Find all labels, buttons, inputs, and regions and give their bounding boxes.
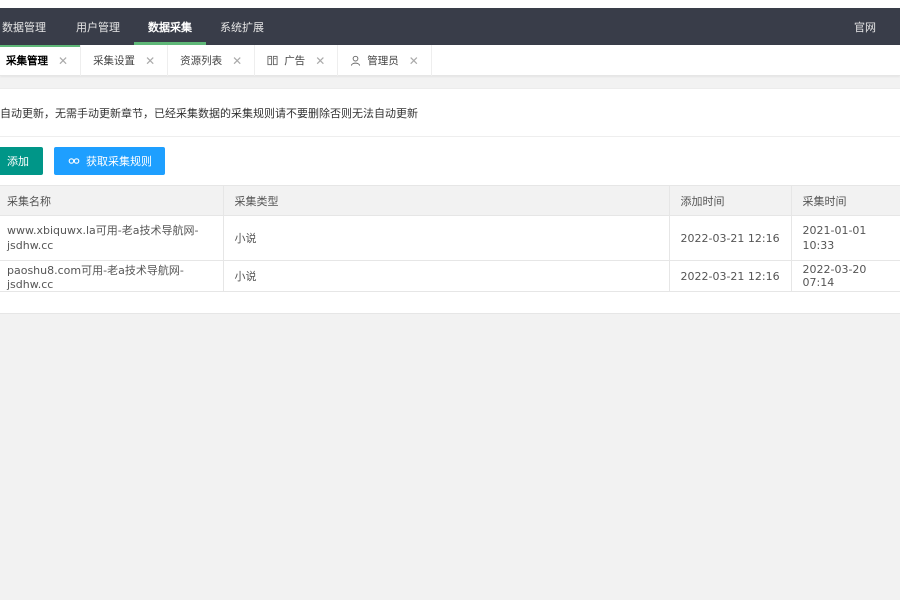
- rules-table: 采集名称 采集类型 添加时间 采集时间 www.xbiquwx.la可用-老a技…: [0, 185, 900, 292]
- cell-type: 小说: [222, 260, 670, 292]
- close-icon[interactable]: ✕: [409, 54, 419, 68]
- tab-label: 资源列表: [180, 55, 223, 67]
- table-row[interactable]: www.xbiquwx.la可用-老a技术导航网-jsdhw.cc 小说 202…: [0, 215, 900, 261]
- nav-item-system-extension[interactable]: 系统扩展: [206, 8, 278, 45]
- nav-item-data-collection[interactable]: 数据采集: [134, 8, 206, 45]
- cell-type: 小说: [222, 215, 670, 261]
- tab-label: 采集管理: [6, 55, 48, 67]
- add-button-label: 添加: [7, 155, 29, 168]
- book-icon: [267, 55, 278, 66]
- cell-name: www.xbiquwx.la可用-老a技术导航网-jsdhw.cc: [0, 215, 224, 261]
- close-icon[interactable]: ✕: [58, 54, 68, 68]
- tab-resource-list[interactable]: 资源列表 ✕: [168, 45, 256, 76]
- notice-text: 自动更新，无需手动更新章节，已经采集数据的采集规则请不要删除否则无法自动更新: [0, 89, 900, 137]
- table-header-row: 采集名称 采集类型 添加时间 采集时间: [0, 185, 900, 216]
- cell-collect-time: 2022-03-20 07:14: [790, 260, 900, 292]
- tab-collection-settings[interactable]: 采集设置 ✕: [81, 45, 169, 76]
- tab-label: 广告: [284, 55, 306, 67]
- link-icon: [68, 157, 80, 165]
- tab-admin[interactable]: 管理员 ✕: [338, 45, 432, 76]
- cell-name: paoshu8.com可用-老a技术导航网-jsdhw.cc: [0, 260, 224, 292]
- fetch-rules-button[interactable]: 获取采集规则: [54, 147, 165, 175]
- nav-official-site-link[interactable]: 官网: [840, 8, 900, 45]
- col-header-collect-time: 采集时间: [790, 185, 900, 216]
- add-button[interactable]: 添加: [0, 147, 43, 175]
- fetch-rules-button-label: 获取采集规则: [86, 155, 152, 168]
- col-header-type: 采集类型: [222, 185, 670, 216]
- content-panel: 自动更新，无需手动更新章节，已经采集数据的采集规则请不要删除否则无法自动更新 添…: [0, 88, 900, 314]
- nav-item-user-management[interactable]: 用户管理: [62, 8, 134, 45]
- tab-bar: 采集管理 ✕ 采集设置 ✕ 资源列表 ✕ 广告 ✕ 管理员 ✕: [0, 45, 900, 76]
- tab-label: 管理员: [367, 55, 399, 67]
- nav-item-data-management[interactable]: 数据管理: [0, 8, 62, 45]
- tab-label: 采集设置: [93, 55, 136, 67]
- top-strip: [0, 0, 900, 8]
- close-icon[interactable]: ✕: [315, 54, 325, 68]
- close-icon[interactable]: ✕: [232, 54, 242, 68]
- button-row: 添加 获取采集规则: [0, 137, 900, 185]
- tab-ads[interactable]: 广告 ✕: [255, 45, 339, 76]
- tab-collection-management[interactable]: 采集管理 ✕: [0, 45, 82, 76]
- cell-added-time: 2022-03-21 12:16: [668, 260, 792, 292]
- table-row[interactable]: paoshu8.com可用-老a技术导航网-jsdhw.cc 小说 2022-0…: [0, 260, 900, 292]
- cell-collect-time: 2021-01-01 10:33: [790, 215, 900, 261]
- cell-added-time: 2022-03-21 12:16: [668, 215, 792, 261]
- col-header-name: 采集名称: [0, 185, 224, 216]
- col-header-added-time: 添加时间: [668, 185, 792, 216]
- close-icon[interactable]: ✕: [145, 54, 155, 68]
- user-icon: [350, 55, 361, 66]
- top-nav: 数据管理 用户管理 数据采集 系统扩展 官网: [0, 8, 900, 45]
